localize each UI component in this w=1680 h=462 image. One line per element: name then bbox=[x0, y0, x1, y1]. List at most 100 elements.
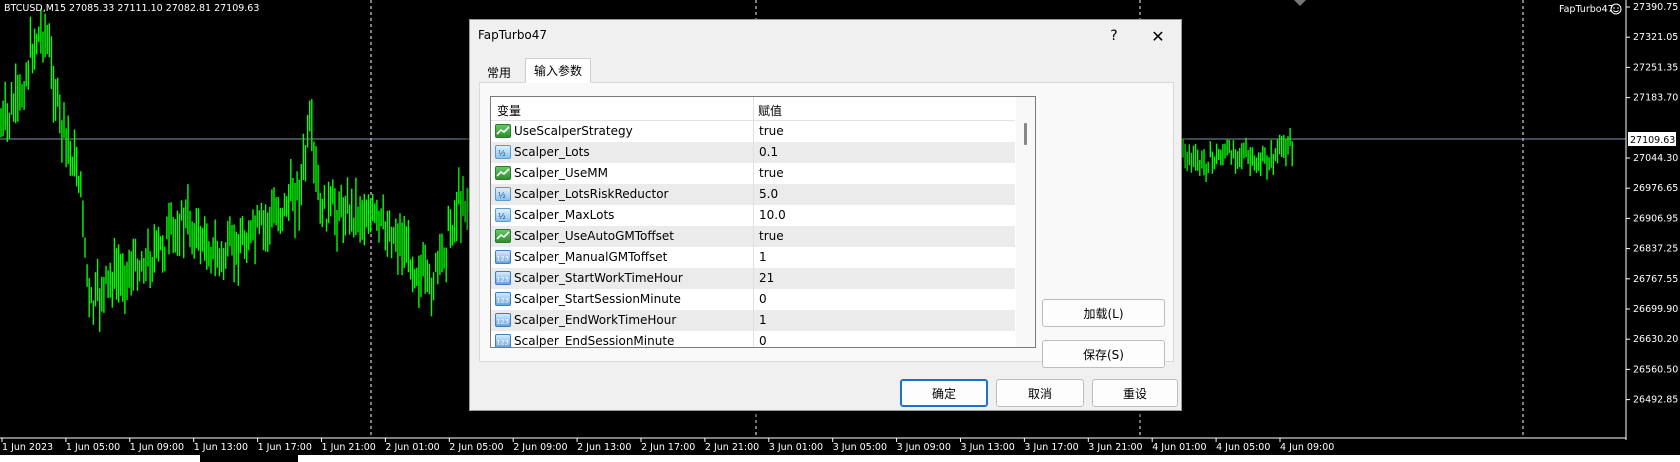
scrollbar-right[interactable] bbox=[298, 455, 1680, 462]
scroll-thumb[interactable] bbox=[1024, 123, 1027, 145]
price-tick-label: 26837.25 bbox=[1633, 244, 1678, 255]
svg-text:123: 123 bbox=[497, 276, 509, 284]
param-value[interactable]: true bbox=[753, 226, 1015, 247]
current-price-label: 27109.63 bbox=[1630, 135, 1675, 146]
save-button[interactable]: 保存(S) bbox=[1042, 340, 1165, 368]
svg-text:123: 123 bbox=[497, 297, 509, 305]
param-value[interactable]: true bbox=[753, 121, 1015, 142]
grid-header: 变量 赋值 bbox=[491, 97, 1015, 121]
price-tick-label: 27390.75 bbox=[1633, 2, 1678, 13]
param-row[interactable]: 123 Scalper_ManualGMToffset 1 bbox=[491, 247, 1015, 268]
ok-button[interactable]: 确定 bbox=[900, 379, 988, 407]
param-row[interactable]: 123 Scalper_EndWorkTimeHour 1 bbox=[491, 310, 1015, 331]
time-tick-label: 3 Jun 05:00 bbox=[833, 442, 887, 453]
param-name: Scalper_EndWorkTimeHour bbox=[514, 313, 677, 327]
param-name: UseScalperStrategy bbox=[514, 124, 633, 138]
scrollbar-left[interactable] bbox=[0, 455, 200, 462]
param-row[interactable]: ½ Scalper_Lots 0.1 bbox=[491, 142, 1015, 163]
ea-label[interactable]: FapTurbo47 bbox=[1559, 4, 1614, 15]
price-tick-label: 26630.20 bbox=[1633, 334, 1678, 345]
time-tick-label: 1 Jun 09:00 bbox=[130, 442, 184, 453]
param-name: Scalper_MaxLots bbox=[514, 208, 615, 222]
param-row[interactable]: ½ Scalper_MaxLots 10.0 bbox=[491, 205, 1015, 226]
int-param-icon: 123 bbox=[495, 334, 511, 347]
time-tick-label: 3 Jun 09:00 bbox=[897, 442, 951, 453]
param-row[interactable]: Scalper_UseMM true bbox=[491, 163, 1015, 184]
int-param-icon: 123 bbox=[495, 313, 511, 327]
param-name: Scalper_StartSessionMinute bbox=[514, 292, 681, 306]
param-name: Scalper_UseAutoGMToffset bbox=[514, 229, 675, 243]
load-button[interactable]: 加载(L) bbox=[1042, 299, 1165, 327]
double-param-icon: ½ bbox=[495, 208, 511, 222]
double-param-icon: ½ bbox=[495, 145, 511, 159]
param-value[interactable]: 10.0 bbox=[753, 205, 1015, 226]
param-row[interactable]: 123 Scalper_StartSessionMinute 0 bbox=[491, 289, 1015, 310]
time-tick-label: 1 Jun 05:00 bbox=[66, 442, 120, 453]
tab-common[interactable]: 常用 bbox=[478, 60, 520, 84]
param-value[interactable]: 0 bbox=[753, 331, 1015, 347]
param-name: Scalper_Lots bbox=[514, 145, 590, 159]
column-header-value[interactable]: 赋值 bbox=[758, 102, 782, 119]
param-value[interactable]: 1 bbox=[753, 310, 1015, 331]
int-param-icon: 123 bbox=[495, 271, 511, 285]
time-tick-label: 4 Jun 09:00 bbox=[1280, 442, 1334, 453]
time-tick-label: 2 Jun 13:00 bbox=[577, 442, 631, 453]
close-button[interactable]: ✕ bbox=[1136, 22, 1180, 50]
param-name: Scalper_ManualGMToffset bbox=[514, 250, 668, 264]
svg-text:123: 123 bbox=[497, 255, 509, 263]
time-tick-label: 2 Jun 17:00 bbox=[641, 442, 695, 453]
time-tick-label: 2 Jun 05:00 bbox=[449, 442, 503, 453]
cancel-button[interactable]: 取消 bbox=[996, 379, 1084, 407]
param-row[interactable]: 123 Scalper_EndSessionMinute 0 bbox=[491, 331, 1015, 348]
time-tick-label: 3 Jun 21:00 bbox=[1088, 442, 1142, 453]
param-row[interactable]: ½ Scalper_LotsRiskReductor 5.0 bbox=[491, 184, 1015, 205]
params-rows: UseScalperStrategy true ½ Scalper_Lots 0.1 Sc… bbox=[491, 121, 1015, 348]
price-tick-label: 26699.90 bbox=[1633, 304, 1678, 315]
price-tick-label: 26492.85 bbox=[1633, 395, 1678, 406]
time-tick-label: 3 Jun 01:00 bbox=[769, 442, 823, 453]
time-tick-label: 1 Jun 2023 bbox=[2, 442, 53, 453]
param-name: Scalper_UseMM bbox=[514, 166, 608, 180]
column-divider[interactable] bbox=[753, 97, 754, 120]
param-row[interactable]: UseScalperStrategy true bbox=[491, 121, 1015, 142]
param-row[interactable]: Scalper_UseAutoGMToffset true bbox=[491, 226, 1015, 247]
bool-param-icon bbox=[495, 124, 511, 138]
param-value[interactable]: 0.1 bbox=[753, 142, 1015, 163]
reset-button[interactable]: 重设 bbox=[1092, 379, 1178, 407]
tab-inputs[interactable]: 输入参数 bbox=[525, 58, 592, 83]
bool-param-icon bbox=[495, 229, 511, 243]
bool-param-icon bbox=[495, 166, 511, 180]
time-tick-label: 2 Jun 09:00 bbox=[513, 442, 567, 453]
price-tick-label: 26767.55 bbox=[1633, 274, 1678, 285]
price-tick-label: 27251.35 bbox=[1633, 62, 1678, 73]
param-value[interactable]: true bbox=[753, 163, 1015, 184]
time-tick-label: 2 Jun 01:00 bbox=[385, 442, 439, 453]
chart-header: BTCUSD,M15 27085.33 27111.10 27082.81 27… bbox=[4, 3, 259, 14]
param-row[interactable]: 123 Scalper_StartWorkTimeHour 21 bbox=[491, 268, 1015, 289]
svg-text:½: ½ bbox=[498, 191, 506, 200]
price-tick-label: 26976.65 bbox=[1633, 183, 1678, 194]
svg-text:123: 123 bbox=[497, 339, 509, 347]
time-tick-label: 1 Jun 17:00 bbox=[258, 442, 312, 453]
grid-scrollbar[interactable] bbox=[1016, 97, 1035, 347]
param-name: Scalper_StartWorkTimeHour bbox=[514, 271, 683, 285]
svg-text:123: 123 bbox=[497, 318, 509, 326]
dialog-titlebar[interactable]: FapTurbo47 ? ✕ bbox=[470, 20, 1181, 50]
time-tick-label: 1 Jun 21:00 bbox=[322, 442, 376, 453]
param-value[interactable]: 1 bbox=[753, 247, 1015, 268]
column-header-variable[interactable]: 变量 bbox=[497, 102, 521, 119]
time-tick-label: 3 Jun 17:00 bbox=[1024, 442, 1078, 453]
time-tick-label: 4 Jun 01:00 bbox=[1152, 442, 1206, 453]
param-value[interactable]: 5.0 bbox=[753, 184, 1015, 205]
param-value[interactable]: 21 bbox=[753, 268, 1015, 289]
param-value[interactable]: 0 bbox=[753, 289, 1015, 310]
price-tick-label: 27183.70 bbox=[1633, 93, 1678, 104]
time-tick-label: 4 Jun 05:00 bbox=[1216, 442, 1270, 453]
svg-text:½: ½ bbox=[498, 212, 506, 221]
help-button[interactable]: ? bbox=[1092, 22, 1136, 50]
param-name: Scalper_EndSessionMinute bbox=[514, 334, 675, 348]
dialog-title: FapTurbo47 bbox=[478, 28, 548, 42]
ea-properties-dialog: FapTurbo47 ? ✕ 常用 输入参数 变量 赋值 UseScalperS… bbox=[469, 19, 1182, 411]
int-param-icon: 123 bbox=[495, 250, 511, 264]
time-tick-label: 2 Jun 21:00 bbox=[705, 442, 759, 453]
